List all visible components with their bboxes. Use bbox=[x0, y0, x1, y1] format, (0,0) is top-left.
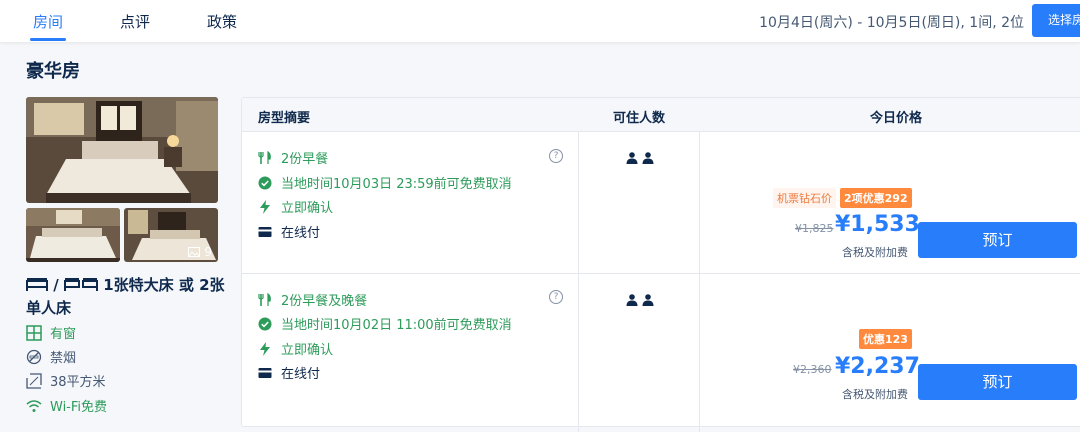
tab-policies[interactable]: 政策 bbox=[207, 11, 237, 32]
no-smoking-icon bbox=[26, 349, 42, 364]
photo-count: 9 bbox=[204, 245, 212, 259]
occupancy-icons bbox=[626, 294, 654, 306]
rate-table: 房型摘要 可住人数 今日价格 2份早餐 当地时间10月03日 23:59前可免费… bbox=[241, 97, 1080, 432]
photo-count-badge: 9 bbox=[188, 245, 212, 259]
feature-label: 38平方米 bbox=[50, 375, 106, 390]
utensils-icon bbox=[258, 292, 271, 306]
image-icon bbox=[188, 247, 201, 257]
check-circle-icon bbox=[258, 317, 272, 330]
select-room-button[interactable]: 选择房 bbox=[1032, 4, 1080, 37]
cancellation-policy[interactable]: 当地时间10月03日 23:59前可免费取消 bbox=[258, 173, 512, 192]
table-header: 房型摘要 可住人数 今日价格 bbox=[242, 98, 1080, 132]
payment-label: 在线付 bbox=[281, 367, 321, 382]
table-row: 2份早餐 当地时间10月03日 23:59前可免费取消 立即确认 在线付 ? 机… bbox=[242, 132, 1080, 272]
meal-plan: 2份早餐 bbox=[258, 148, 328, 167]
confirm-label: 立即确认 bbox=[281, 201, 334, 216]
check-circle-icon bbox=[258, 176, 272, 189]
feature-label: 禁烟 bbox=[50, 351, 77, 366]
help-icon[interactable]: ? bbox=[549, 149, 563, 163]
book-button[interactable]: 预订 bbox=[918, 222, 1077, 258]
king-bed-icon bbox=[26, 278, 48, 291]
feature-no-smoking: 禁烟 bbox=[26, 347, 76, 366]
payment-method: 在线付 bbox=[258, 222, 320, 241]
original-price: ¥2,360 bbox=[793, 363, 832, 376]
cancellation-label: 当地时间10月03日 23:59前可免费取消 bbox=[281, 177, 512, 192]
book-button[interactable]: 预订 bbox=[918, 364, 1077, 400]
tax-note: 含税及附加费 bbox=[842, 388, 908, 401]
promo-tags: 机票钻石价 2项优惠292 bbox=[773, 188, 912, 208]
bedroom-image bbox=[26, 97, 218, 203]
twin-beds-icon bbox=[63, 278, 98, 291]
utensils-icon bbox=[258, 150, 271, 164]
instant-confirm: 立即确认 bbox=[258, 197, 333, 216]
meal-plan: 2份早餐及晚餐 bbox=[258, 290, 367, 309]
occupancy-icons bbox=[626, 152, 654, 164]
bed-separator: / bbox=[53, 276, 59, 294]
header-occupancy: 可住人数 bbox=[613, 111, 666, 126]
promo-tags: 优惠123 bbox=[859, 329, 912, 349]
feature-label: 有窗 bbox=[50, 327, 77, 342]
tab-rooms[interactable]: 房间 bbox=[33, 11, 63, 32]
top-tab-bar: 房间 点评 政策 10月4日(周六) - 10月5日(周日), 1间, 2位 选… bbox=[0, 0, 1080, 42]
promo-badge[interactable]: 优惠123 bbox=[859, 329, 912, 349]
feature-window: 有窗 bbox=[26, 323, 76, 342]
area-icon bbox=[26, 372, 42, 389]
promo-label: 机票钻石价 bbox=[773, 188, 836, 208]
lightning-icon bbox=[260, 199, 270, 214]
person-icon bbox=[642, 294, 654, 306]
credit-card-icon bbox=[258, 367, 272, 378]
meal-label: 2份早餐及晚餐 bbox=[281, 294, 368, 309]
feature-wifi: Wi-Fi免费 bbox=[26, 396, 107, 415]
person-icon bbox=[642, 152, 654, 164]
tab-reviews[interactable]: 点评 bbox=[120, 11, 150, 32]
help-icon[interactable]: ? bbox=[549, 290, 563, 304]
bed-info: / 1张特大床 或 2张单人床 bbox=[26, 274, 226, 320]
lightning-icon bbox=[260, 341, 270, 356]
current-price: ¥2,237 bbox=[835, 354, 920, 379]
credit-card-icon bbox=[258, 226, 272, 237]
tax-note: 含税及附加费 bbox=[842, 246, 908, 259]
person-icon bbox=[626, 294, 638, 306]
room-photo-main[interactable] bbox=[26, 97, 218, 203]
feature-label: Wi-Fi免费 bbox=[50, 400, 108, 415]
header-price: 今日价格 bbox=[870, 111, 923, 126]
payment-label: 在线付 bbox=[281, 226, 321, 241]
instant-confirm: 立即确认 bbox=[258, 339, 333, 358]
confirm-label: 立即确认 bbox=[281, 343, 334, 358]
cancellation-label: 当地时间10月02日 11:00前可免费取消 bbox=[281, 318, 512, 333]
header-summary: 房型摘要 bbox=[258, 111, 311, 126]
table-row: 2份早餐及晚餐 当地时间10月02日 11:00前可免费取消 立即确认 在线付 … bbox=[242, 273, 1080, 413]
promo-badge[interactable]: 2项优惠292 bbox=[840, 188, 912, 208]
room-type-title: 豪华房 bbox=[26, 61, 80, 82]
wifi-icon bbox=[26, 399, 42, 412]
bedroom-thumbnail-image bbox=[26, 208, 120, 262]
original-price: ¥1,825 bbox=[795, 222, 834, 235]
meal-label: 2份早餐 bbox=[281, 152, 329, 167]
window-icon bbox=[26, 324, 42, 341]
payment-method: 在线付 bbox=[258, 363, 320, 382]
stay-summary[interactable]: 10月4日(周六) - 10月5日(周日), 1间, 2位 bbox=[759, 12, 1024, 32]
current-price: ¥1,533 bbox=[835, 212, 920, 237]
cancellation-policy[interactable]: 当地时间10月02日 11:00前可免费取消 bbox=[258, 314, 512, 333]
person-icon bbox=[626, 152, 638, 164]
room-photo-thumb-1[interactable] bbox=[26, 208, 120, 262]
feature-area: 38平方米 bbox=[26, 371, 106, 390]
active-tab-indicator bbox=[30, 38, 66, 41]
room-photo-thumb-2[interactable]: 9 bbox=[124, 208, 218, 262]
